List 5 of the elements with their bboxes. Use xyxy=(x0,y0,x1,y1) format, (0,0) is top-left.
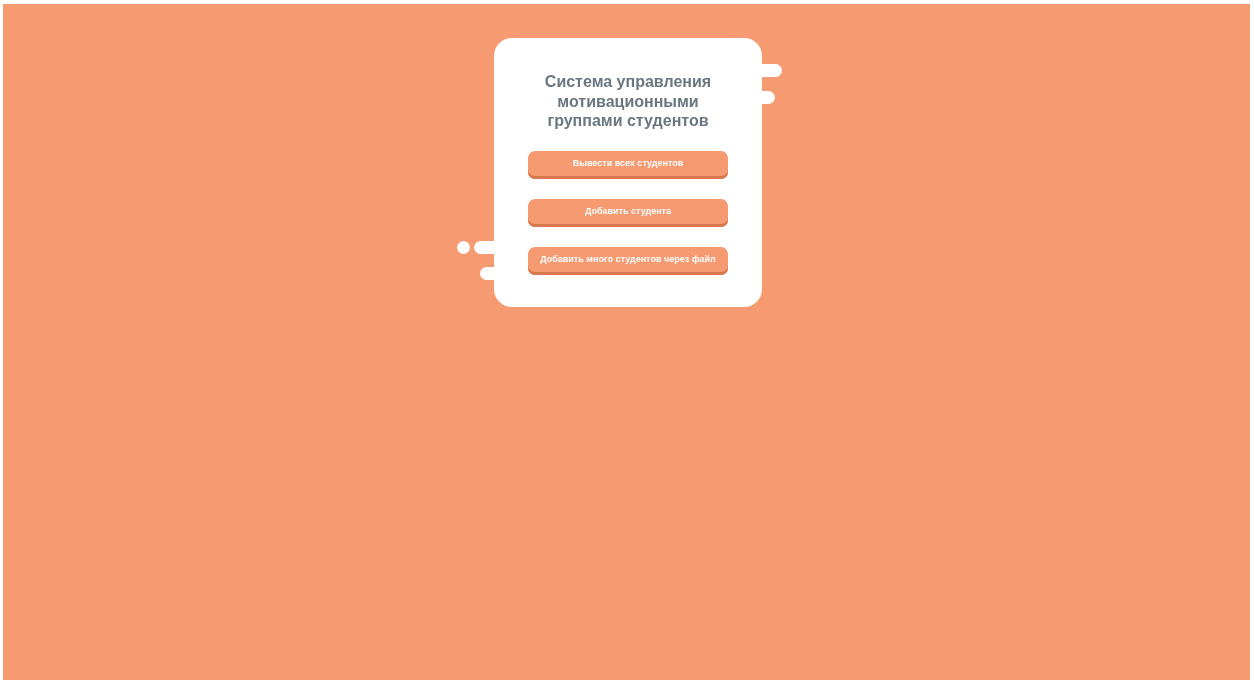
menu-button[interactable]: Вывести всех студентов xyxy=(528,150,728,179)
menu-button[interactable]: Добавить студента xyxy=(528,198,728,227)
menu-button[interactable]: Добавить много студентов через файл xyxy=(528,246,728,275)
app-title: Система управления мотивационными группами студентов xyxy=(543,72,713,131)
decoration-dot xyxy=(457,241,470,254)
